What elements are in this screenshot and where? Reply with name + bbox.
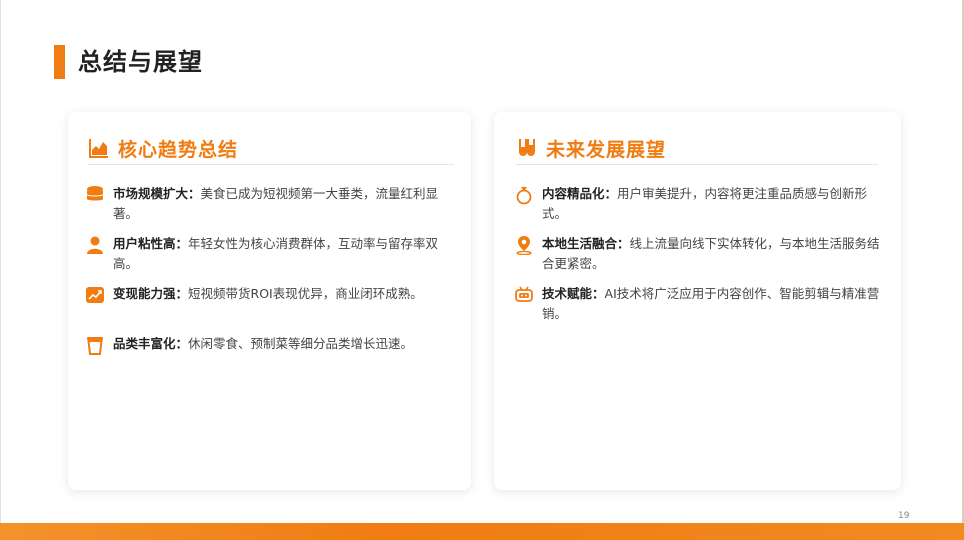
list-item: 技术赋能：AI技术将广泛应用于内容创作、智能剪辑与精准营销。: [514, 284, 889, 324]
core-trends-card: 核心趋势总结 市场规模扩大：美食已成为短视频第一大垂类，流量红利显著。 用户粘性…: [68, 112, 471, 490]
card-header: 未来发展展望: [516, 132, 878, 164]
item-text: 休闲零食、预制菜等细分品类增长迅速。: [188, 336, 414, 351]
future-outlook-card: 未来发展展望 内容精品化：用户审美提升，内容将更注重品质感与创新形式。 本地生活…: [494, 112, 901, 490]
card-header: 核心趋势总结: [88, 132, 453, 164]
page-title: 总结与展望: [78, 48, 203, 76]
robot-icon: [515, 286, 533, 302]
card-title: 核心趋势总结: [118, 138, 239, 161]
list-item: 内容精品化：用户审美提升，内容将更注重品质感与创新形式。: [514, 184, 889, 224]
item-label: 技术赋能：: [542, 286, 605, 301]
list-item: 变现能力强：短视频带货ROI表现优异，商业闭环成熟。: [85, 284, 460, 305]
item-label: 变现能力强：: [113, 286, 189, 301]
slide-left-border: [0, 0, 1, 540]
test-tubes-icon: [519, 139, 535, 156]
page-number: 19: [898, 511, 910, 521]
item-label: 市场规模扩大：: [113, 186, 201, 201]
list-item: 品类丰富化：休闲零食、预制菜等细分品类增长迅速。: [85, 334, 460, 355]
item-label: 品类丰富化：: [113, 336, 189, 351]
cup-icon: [87, 337, 103, 355]
list-item: 用户粘性高：年轻女性为核心消费群体，互动率与留存率双高。: [85, 234, 460, 274]
coins-stack-icon: [87, 186, 103, 201]
list-item: 市场规模扩大：美食已成为短视频第一大垂类，流量红利显著。: [85, 184, 460, 224]
footer-accent-bar: [0, 523, 964, 540]
item-text: 短视频带货ROI表现优异，商业闭环成熟。: [188, 286, 423, 301]
item-label: 本地生活融合：: [542, 236, 630, 251]
area-chart-icon: [89, 139, 108, 158]
trend-chart-icon: [86, 287, 104, 303]
ring-icon: [516, 187, 532, 205]
item-label: 用户粘性高：: [113, 236, 189, 251]
item-label: 内容精品化：: [542, 186, 618, 201]
title-accent-bar: [54, 45, 65, 79]
card-divider: [516, 164, 878, 165]
map-pin-icon: [516, 236, 532, 255]
user-icon: [87, 236, 103, 254]
card-title: 未来发展展望: [546, 138, 667, 161]
list-item: 本地生活融合：线上流量向线下实体转化，与本地生活服务结合更紧密。: [514, 234, 889, 274]
card-divider: [88, 164, 454, 165]
